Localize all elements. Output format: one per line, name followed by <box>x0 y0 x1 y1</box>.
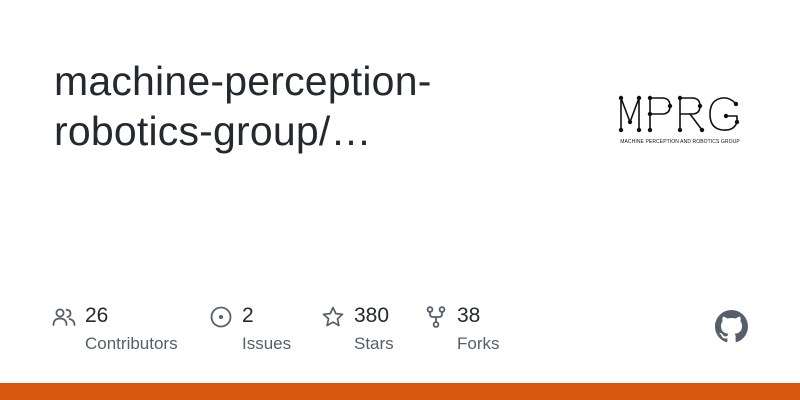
repo-title[interactable]: machine-perception- robotics-group/… <box>54 56 574 156</box>
issues-label: Issues <box>242 334 292 353</box>
github-mark-icon[interactable] <box>715 310 748 343</box>
forks-label: Forks <box>457 334 500 353</box>
stars-count: 380 <box>354 304 390 327</box>
contributors-count: 26 <box>85 304 109 327</box>
owner-logo: MACHINE PERCEPTION AND ROBOTICS GROUP <box>612 92 748 152</box>
forks-count: 38 <box>457 304 481 327</box>
mprg-logo-icon <box>618 95 740 133</box>
issue-opened-icon <box>210 306 232 328</box>
stars-label: Stars <box>354 334 394 353</box>
issues-count: 2 <box>242 304 254 327</box>
repo-title-line-2: robotics-group/… <box>54 108 372 154</box>
contributors-label: Contributors <box>85 334 178 353</box>
star-icon <box>322 306 344 327</box>
people-icon <box>52 308 76 326</box>
language-color-bar <box>0 383 800 400</box>
repo-social-card: machine-perception- robotics-group/… MAC… <box>0 0 800 400</box>
logo-caption: MACHINE PERCEPTION AND ROBOTICS GROUP <box>620 139 740 145</box>
repo-forked-icon <box>426 306 446 328</box>
repo-title-line-1: machine-perception- <box>54 58 432 104</box>
